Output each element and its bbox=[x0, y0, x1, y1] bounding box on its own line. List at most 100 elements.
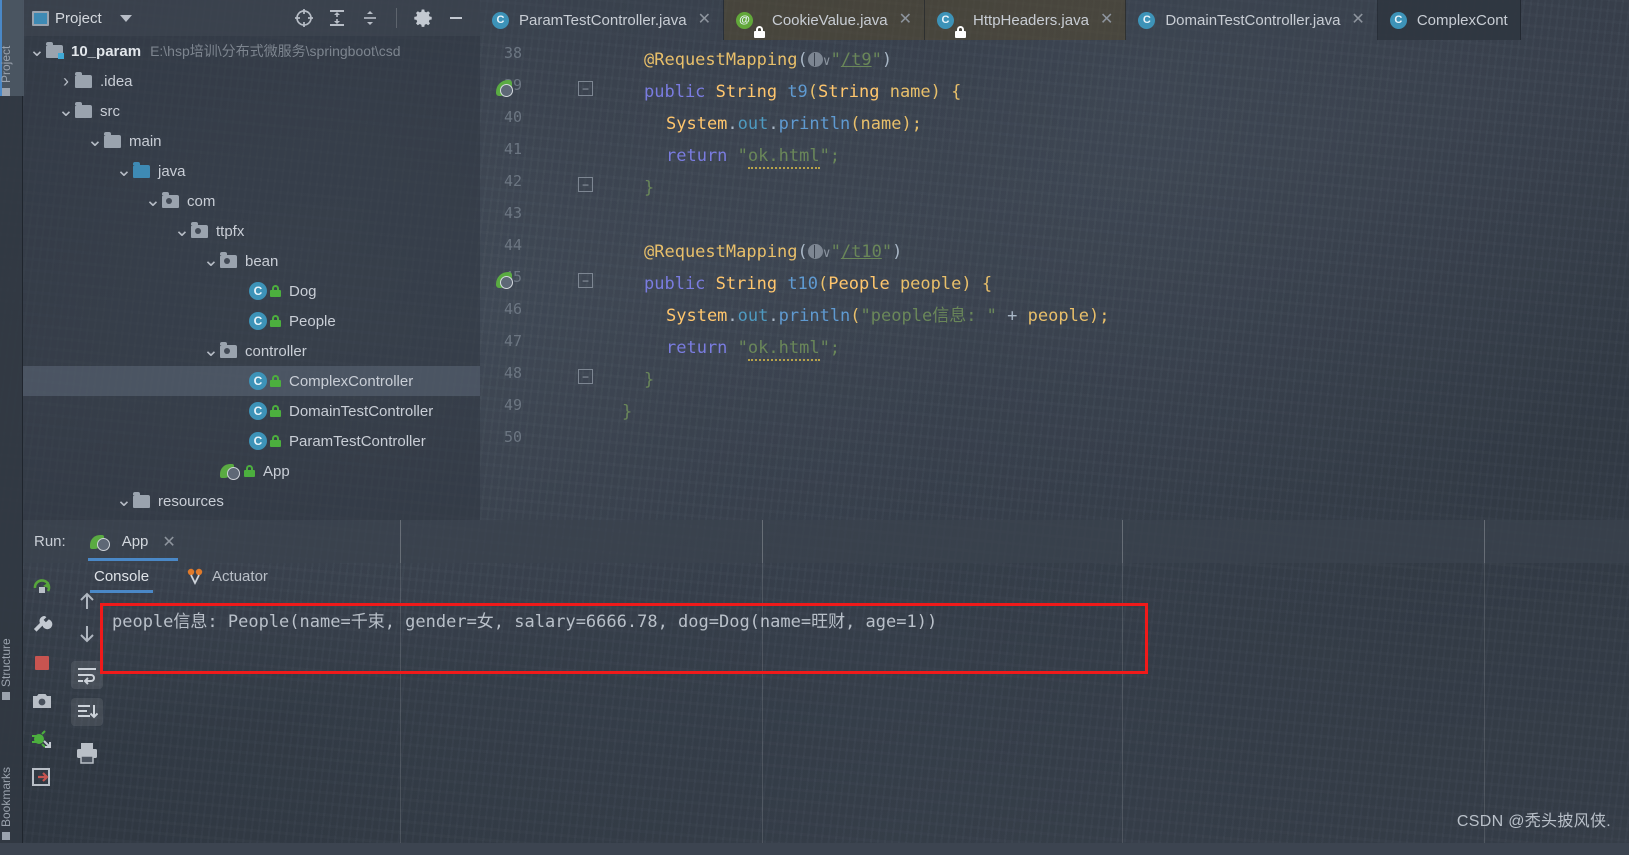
code-line[interactable]: System.out.println(name); bbox=[666, 108, 922, 140]
editor-tab-paramtestcontroller-java[interactable]: C ParamTestController.java ✕ bbox=[480, 0, 724, 40]
tree-node-com[interactable]: ⌄ com bbox=[22, 186, 480, 216]
tree-node-src[interactable]: ⌄ src bbox=[22, 96, 480, 126]
editor-gutter[interactable]: 38 39−40 41 42−43 44 45−46 47 48−49 50 bbox=[480, 40, 600, 520]
project-icon bbox=[2, 88, 10, 96]
print-icon[interactable] bbox=[75, 741, 99, 765]
request-mapping-gutter-globe-icon[interactable]: ∨ bbox=[807, 50, 831, 70]
chevron-down-icon[interactable]: ⌄ bbox=[57, 101, 75, 120]
tree-node-bean[interactable]: ⌄ bean bbox=[22, 246, 480, 276]
tree-node-domaintestcontroller[interactable]: C DomainTestController bbox=[22, 396, 480, 426]
code-line[interactable]: public String t10(People people) { bbox=[644, 268, 992, 300]
console-tab-bar[interactable]: Console Actuator bbox=[86, 563, 272, 597]
sidebar-item-project[interactable]: Project bbox=[0, 46, 13, 96]
editor-tab-cookievalue-java[interactable]: @ CookieValue.java ✕ bbox=[723, 0, 926, 40]
chevron-down-icon[interactable]: ⌄ bbox=[202, 341, 220, 360]
editor-tab-domaintestcontroller-java[interactable]: C DomainTestController.java ✕ bbox=[1126, 0, 1378, 40]
code-line[interactable]: } bbox=[644, 172, 654, 204]
code-fold-toggle[interactable]: − bbox=[578, 273, 593, 288]
tree-node-app[interactable]: App bbox=[22, 456, 480, 486]
tree-node-paramtestcontroller[interactable]: C ParamTestController bbox=[22, 426, 480, 456]
expand-all-icon[interactable] bbox=[327, 8, 347, 28]
exit-icon[interactable] bbox=[30, 765, 54, 789]
console-actions-toolbar[interactable] bbox=[66, 563, 108, 855]
code-line[interactable]: } bbox=[644, 364, 654, 396]
gear-icon[interactable] bbox=[413, 8, 433, 28]
code-line[interactable]: return "ok.html"; bbox=[666, 140, 840, 172]
code-line[interactable]: return "ok.html"; bbox=[666, 332, 840, 364]
code-token: println bbox=[778, 114, 851, 134]
soft-wrap-icon[interactable] bbox=[71, 661, 103, 689]
locate-icon[interactable] bbox=[294, 8, 314, 28]
run-actions-toolbar[interactable] bbox=[22, 563, 62, 855]
chevron-down-icon[interactable]: ⌄ bbox=[28, 41, 46, 60]
project-panel-title: Project bbox=[55, 9, 102, 27]
code-token: ( bbox=[807, 82, 819, 102]
code-fold-toggle[interactable]: − bbox=[578, 177, 593, 192]
run-config-tab[interactable]: App ✕ bbox=[80, 520, 186, 563]
spring-bean-gutter-icon[interactable] bbox=[496, 272, 515, 290]
folder-icon bbox=[104, 131, 121, 148]
chevron-down-icon[interactable]: ⌄ bbox=[202, 251, 220, 270]
chevron-right-icon[interactable]: › bbox=[57, 71, 75, 92]
code-token: . bbox=[727, 114, 738, 134]
editor-tab-bar[interactable]: C ParamTestController.java ✕ @ CookieValue.j… bbox=[480, 0, 1629, 40]
console-tab-console[interactable]: Console bbox=[90, 568, 154, 593]
chevron-down-icon[interactable]: ⌄ bbox=[86, 131, 104, 150]
chevron-down-icon[interactable]: ⌄ bbox=[144, 191, 162, 210]
sidebar-item-structure[interactable]: Structure bbox=[0, 638, 13, 700]
code-line[interactable]: } bbox=[622, 396, 632, 428]
tree-node-java[interactable]: ⌄ java bbox=[22, 156, 480, 186]
code-line[interactable]: public String t9(String name) { bbox=[644, 76, 961, 108]
tree-node-complexcontroller[interactable]: C ComplexController bbox=[22, 366, 480, 396]
console-output-line: people信息: People(name=千束, gender=女, sala… bbox=[112, 612, 938, 632]
code-line[interactable]: System.out.println("people信息: " + people… bbox=[666, 300, 1110, 332]
editor-tab-httpheaders-java[interactable]: C HttpHeaders.java ✕ bbox=[925, 0, 1127, 40]
toolbar-divider bbox=[396, 8, 397, 28]
editor-tab-complexcont[interactable]: C ComplexCont bbox=[1377, 0, 1521, 40]
code-token: ) bbox=[881, 50, 893, 70]
edit-configurations-icon[interactable] bbox=[30, 613, 54, 637]
chevron-down-icon[interactable]: ⌄ bbox=[115, 491, 133, 510]
code-token: String bbox=[715, 274, 788, 294]
tree-node-dog[interactable]: C Dog bbox=[22, 276, 480, 306]
tree-node-resources[interactable]: ⌄ resources bbox=[22, 486, 480, 516]
close-icon[interactable]: ✕ bbox=[1100, 12, 1113, 28]
stop-icon[interactable] bbox=[30, 651, 54, 675]
tree-node-people[interactable]: C People bbox=[22, 306, 480, 336]
sidebar-item-bookmarks[interactable]: Bookmarks bbox=[0, 767, 13, 840]
screenshot-icon[interactable] bbox=[30, 689, 54, 713]
close-icon[interactable]: ✕ bbox=[162, 532, 175, 552]
collapse-all-icon[interactable] bbox=[360, 8, 380, 28]
chevron-down-icon[interactable]: ⌄ bbox=[115, 161, 133, 180]
code-fold-toggle[interactable]: − bbox=[578, 81, 593, 96]
close-icon[interactable]: ✕ bbox=[899, 12, 912, 28]
tree-node--idea[interactable]: › .idea bbox=[22, 66, 480, 96]
tree-node-10-param[interactable]: ⌄ 10_param E:\hsp培训\分布式微服务\springboot\csd bbox=[22, 36, 480, 66]
debug-attach-icon[interactable] bbox=[30, 727, 54, 751]
close-icon[interactable]: ✕ bbox=[698, 12, 711, 28]
chevron-down-icon[interactable] bbox=[119, 14, 132, 22]
tree-node-ttpfx[interactable]: ⌄ ttpfx bbox=[22, 216, 480, 246]
minimize-icon[interactable] bbox=[446, 8, 466, 28]
code-token: @RequestMapping bbox=[644, 242, 798, 262]
scroll-to-end-icon[interactable] bbox=[71, 698, 103, 726]
spring-bean-gutter-icon[interactable] bbox=[496, 80, 515, 98]
down-arrow-icon[interactable] bbox=[75, 622, 99, 646]
chevron-down-icon[interactable]: ⌄ bbox=[173, 221, 191, 240]
code-token: ) { bbox=[961, 274, 993, 294]
code-token: String bbox=[818, 82, 890, 102]
code-line[interactable]: @RequestMapping(∨"/t10") bbox=[644, 236, 902, 270]
rerun-icon[interactable] bbox=[30, 575, 54, 599]
editor-code-area[interactable]: @RequestMapping(∨"/t9") public String t9(… bbox=[600, 40, 1629, 520]
console-tab-actuator[interactable]: Actuator bbox=[181, 567, 272, 593]
code-fold-toggle[interactable]: − bbox=[578, 369, 593, 384]
close-icon[interactable]: ✕ bbox=[1351, 12, 1364, 28]
tree-node-label: src bbox=[100, 102, 120, 120]
project-tree[interactable]: ⌄ 10_param E:\hsp培训\分布式微服务\springboot\csd ›… bbox=[22, 36, 480, 520]
tree-node-controller[interactable]: ⌄ controller bbox=[22, 336, 480, 366]
code-line[interactable]: @RequestMapping(∨"/t9") bbox=[644, 44, 892, 78]
request-mapping-gutter-globe-icon[interactable]: ∨ bbox=[807, 242, 831, 262]
tree-node-main[interactable]: ⌄ main bbox=[22, 126, 480, 156]
source-folder-icon bbox=[133, 161, 150, 178]
code-editor[interactable]: 38 39−40 41 42−43 44 45−46 47 48−49 50 @RequestM… bbox=[480, 40, 1629, 520]
